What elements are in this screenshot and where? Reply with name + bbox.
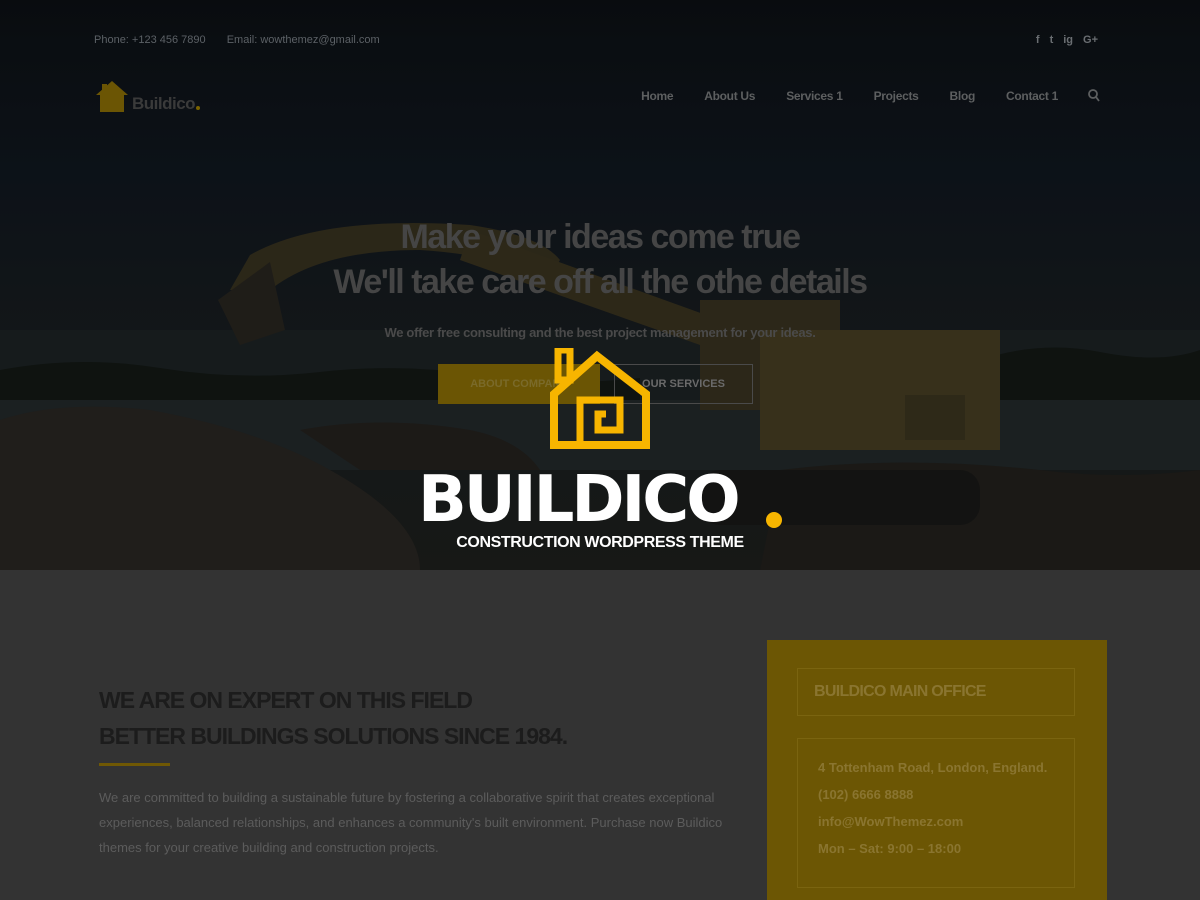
search-icon[interactable] [1088,89,1100,103]
nav-about-us[interactable]: About Us [704,89,755,103]
google-plus-icon[interactable]: G+ [1083,34,1098,46]
nav-home[interactable]: Home [641,89,673,103]
nav-services[interactable]: Services 1 [786,89,843,103]
buildico-brand-icon [550,348,650,449]
brand-name: BUILDICO [418,463,741,537]
brand-dot [766,512,782,528]
nav-blog[interactable]: Blog [950,89,976,103]
hero-title: Make your ideas come true We'll take car… [0,215,1200,305]
brand-tagline: CONSTRUCTION WORDPRESS THEME [456,534,744,551]
hero-subtitle: We offer free consulting and the best pr… [384,325,816,340]
hero-title-line1: Make your ideas come true [400,218,801,256]
about-heading-line2: BETTER BUILDINGS SOLUTIONS SINCE 1984. [99,723,568,749]
about-section: WE ARE ON EXPERT ON THIS FIELD BETTER BU… [0,570,1200,900]
nav-contact[interactable]: Contact 1 [1006,89,1058,103]
instagram-icon[interactable]: ig [1063,34,1073,46]
logo-text: Buildico [132,94,196,113]
office-email[interactable]: info@WowThemez.com [818,814,963,829]
topbar-contact: Phone: +123 456 7890 Email: wowthemez@gm… [94,34,398,46]
house-logo-icon [96,81,128,112]
hero-section: Phone: +123 456 7890 Email: wowthemez@gm… [0,0,1200,570]
office-card-body: 4 Tottenham Road, London, England. (102)… [797,738,1075,888]
topbar-phone: Phone: +123 456 7890 [94,34,206,46]
site-logo[interactable]: Buildico [94,78,201,114]
twitter-icon[interactable]: t [1050,34,1054,46]
about-heading: WE ARE ON EXPERT ON THIS FIELD BETTER BU… [99,682,568,754]
about-heading-line1: WE ARE ON EXPERT ON THIS FIELD [99,687,473,713]
office-title: BUILDICO MAIN OFFICE [814,683,986,700]
logo-dot [196,106,201,110]
office-address: 4 Tottenham Road, London, England. [818,760,1048,775]
office-card-header: BUILDICO MAIN OFFICE [797,668,1075,716]
about-paragraph: We are committed to building a sustainab… [99,790,723,855]
office-card: BUILDICO MAIN OFFICE 4 Tottenham Road, L… [767,640,1107,900]
main-nav: Home About Us Services 1 Projects Blog C… [610,89,1100,103]
topbar-email: Email: wowthemez@gmail.com [226,34,380,46]
facebook-icon[interactable]: f [1036,34,1040,46]
social-links: f t ig G+ [1036,34,1098,46]
hero-title-line2: We'll take care off all the othe details [333,263,868,301]
heading-underline [99,763,170,766]
office-hours: Mon – Sat: 9:00 – 18:00 [818,841,962,856]
office-phone[interactable]: (102) 6666 8888 [818,787,913,802]
nav-projects[interactable]: Projects [874,89,919,103]
